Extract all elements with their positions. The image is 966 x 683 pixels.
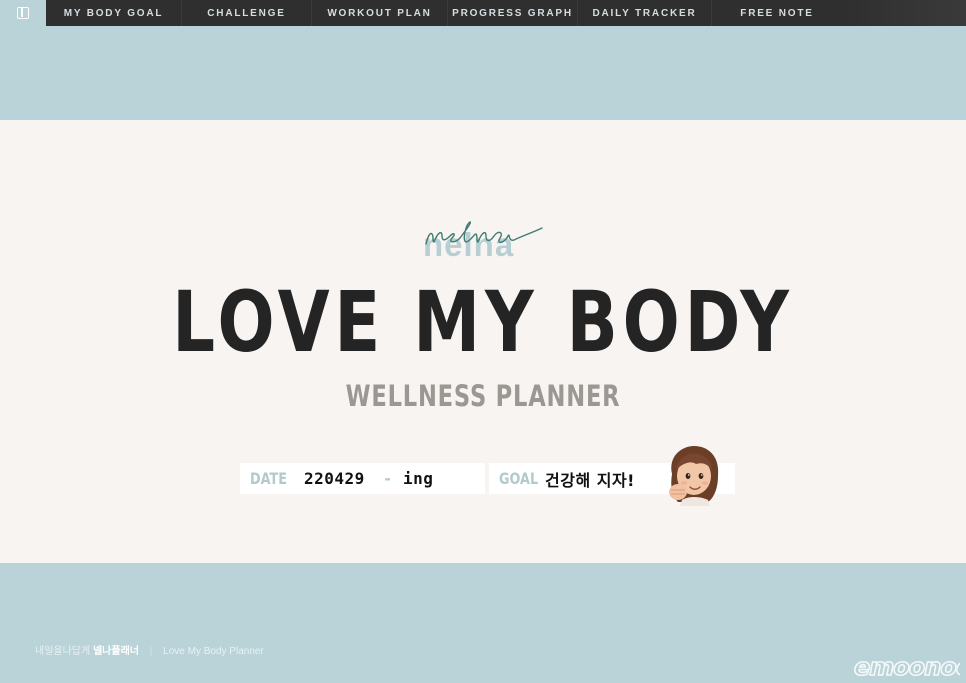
date-field[interactable]: DATE 220429 - ing (240, 463, 485, 494)
nav-item-free-note[interactable]: FREE NOTE (712, 0, 842, 26)
page-title: LOVE MY BODY (172, 273, 794, 371)
svg-text:emoonoo: emoonoo (854, 653, 960, 681)
goal-value: 건강해 지자! (545, 470, 635, 490)
nav-item-my-body-goal[interactable]: MY BODY GOAL (46, 0, 182, 26)
date-label: DATE (250, 469, 288, 488)
nav-bar: MY BODY GOAL CHALLENGE WORKOUT PLAN PROG… (0, 0, 842, 26)
sidebar-toggle-icon (17, 7, 29, 19)
nav-item-daily-tracker[interactable]: DAILY TRACKER (578, 0, 712, 26)
footer-brand-name: 넬나플래너 (92, 646, 139, 657)
footer-planner-name: Love My Body Planner (163, 646, 264, 657)
memoji-avatar-icon (669, 446, 719, 506)
nav-item-progress-graph[interactable]: PROGRESS GRAPH (448, 0, 578, 26)
date-suffix: ing (402, 469, 434, 488)
date-value: 220429 (304, 469, 365, 488)
footer-brand-prefix: 내일을나답게 (35, 646, 91, 657)
brand-script-icon (425, 221, 543, 245)
page-subtitle: WELLNESS PLANNER (345, 379, 621, 413)
top-navigation: MY BODY GOAL CHALLENGE WORKOUT PLAN PROG… (0, 0, 966, 26)
footer-separator: | (149, 646, 153, 657)
nav-bar-end (842, 0, 966, 26)
sidebar-toggle-button[interactable] (0, 0, 46, 26)
nav-item-workout-plan[interactable]: WORKOUT PLAN (312, 0, 448, 26)
date-dash: - (382, 469, 393, 488)
hero-cover: nelna LOVE MY BODY WELLNESS PLANNER DATE… (0, 120, 966, 563)
footer-credit: 내일을나답게 넬나플래너 | Love My Body Planner (35, 642, 264, 657)
brand-logo: nelna (420, 218, 546, 261)
watermark-logo: emoonoo (853, 653, 960, 681)
nav-item-challenge[interactable]: CHALLENGE (182, 0, 312, 26)
goal-label: GOAL (499, 469, 539, 488)
